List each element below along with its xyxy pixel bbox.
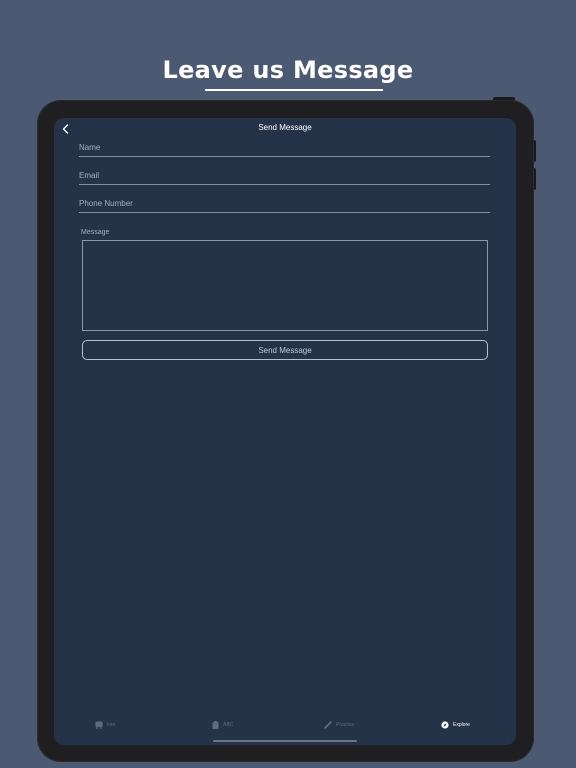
app-screen: Send Message Message Send Message Intri … (54, 118, 516, 745)
tab-bar: Intri ABC Practice Explore (54, 716, 516, 734)
clipboard-icon (212, 721, 219, 729)
nav-title: Send Message (258, 123, 312, 132)
tab-explore-label: Explore (453, 722, 470, 728)
tab-intri[interactable]: Intri (95, 716, 115, 734)
home-indicator (213, 740, 357, 742)
bus-icon (95, 721, 103, 729)
promo-headline: Leave us Message (162, 56, 414, 84)
headline-underline (205, 89, 383, 91)
pencil-icon (324, 721, 332, 729)
message-textarea[interactable] (82, 240, 488, 331)
name-field (79, 137, 490, 157)
tab-abc-label: ABC (223, 722, 234, 728)
tab-abc[interactable]: ABC (212, 716, 233, 734)
email-input[interactable] (79, 166, 490, 185)
tab-intri-label: Intri (107, 722, 116, 728)
send-message-button[interactable]: Send Message (82, 340, 488, 360)
tab-explore[interactable]: Explore (441, 716, 470, 734)
phone-field (79, 193, 490, 213)
compass-icon (441, 721, 449, 729)
message-label: Message (81, 229, 110, 236)
email-field (79, 165, 490, 185)
phone-input[interactable] (79, 194, 490, 213)
tab-practice[interactable]: Practice (324, 716, 354, 734)
name-input[interactable] (79, 138, 490, 157)
tab-practice-label: Practice (336, 722, 355, 728)
